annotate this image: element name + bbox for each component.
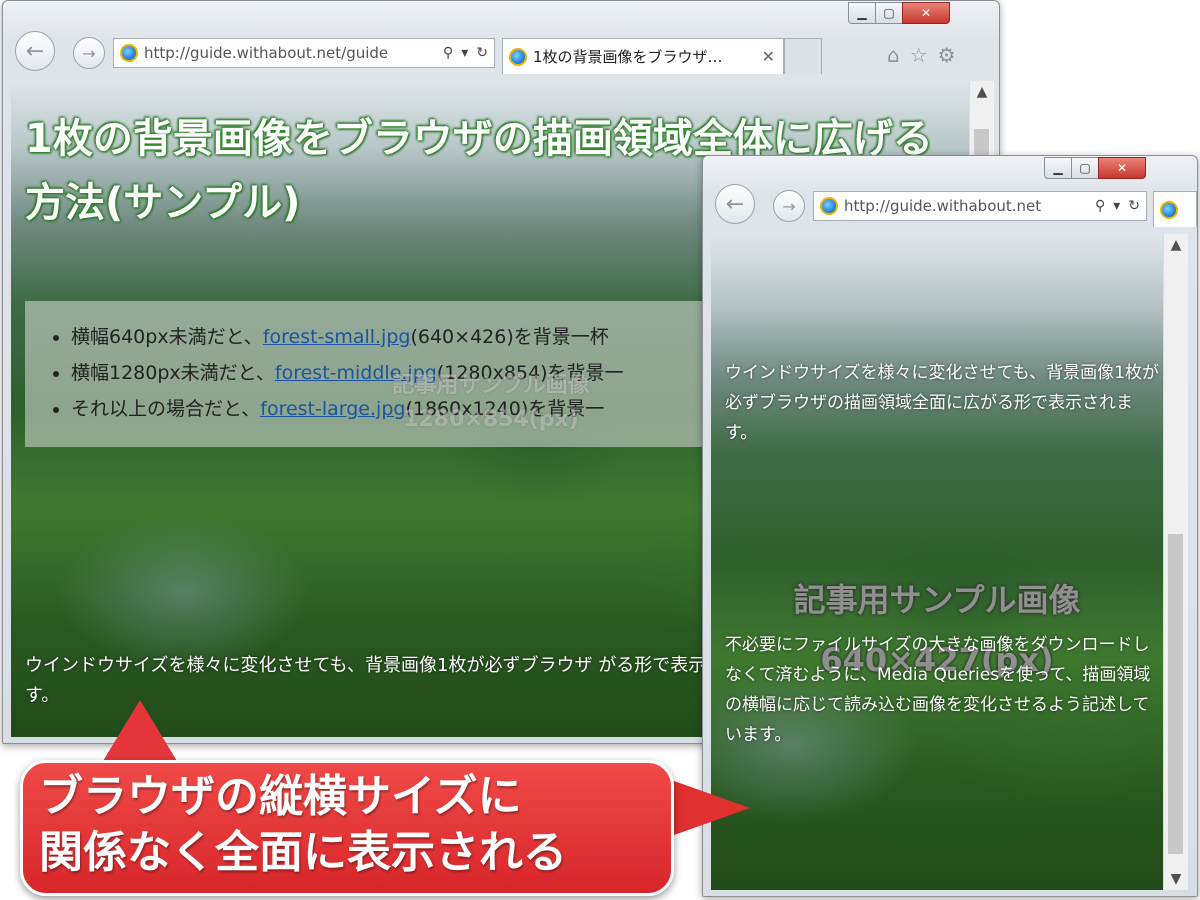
ie-page-icon [820, 197, 838, 215]
address-url[interactable]: http://guide.withabout.net/guide [144, 44, 437, 62]
ie-page-icon [120, 44, 138, 62]
dropdown-icon[interactable]: ▾ [461, 45, 468, 61]
toolbar-icons: ⌂ ☆ ⚙ [887, 43, 956, 67]
tab-title: 1枚の背景画像をブラウザ… [533, 48, 723, 66]
minimize-button[interactable]: ▁ [848, 2, 876, 24]
back-button[interactable]: ← [15, 31, 55, 71]
callout-text: ブラウザの縦横サイズに 関係なく全面に表示される [39, 771, 567, 878]
page-viewport: ウインドウサイズを様々に変化させても、背景画像1枚が必ずブラウザの描画領域全面に… [711, 234, 1163, 890]
forest-small-link[interactable]: forest-small.jpg [263, 326, 411, 348]
scroll-up-arrow-icon[interactable]: ▲ [1164, 234, 1188, 256]
callout-box: ブラウザの縦横サイズに 関係なく全面に表示される [20, 760, 674, 896]
image-watermark: 記事用サンプル画像 1280×854(px) [392, 373, 590, 432]
close-tab-icon[interactable]: ✕ [754, 47, 783, 66]
refresh-icon[interactable]: ↻ [1128, 198, 1140, 214]
forward-button[interactable]: → [73, 37, 105, 69]
vertical-scrollbar[interactable]: ▲ ▼ [1163, 234, 1188, 890]
maximize-button[interactable]: ▢ [875, 2, 903, 24]
home-icon[interactable]: ⌂ [887, 43, 900, 67]
dropdown-icon[interactable]: ▾ [1113, 198, 1120, 214]
forward-arrow-icon: → [82, 43, 96, 63]
body-text-1: ウインドウサイズを様々に変化させても、背景画像1枚が必ずブラウザの描画領域全面に… [725, 363, 1159, 443]
address-url[interactable]: http://guide.withabout.net [844, 197, 1089, 215]
back-arrow-icon: ← [725, 191, 745, 217]
new-tab-button[interactable] [784, 38, 822, 74]
browser-window-small: ▁ ▢ ✕ ← → http://guide.withabout.net ⚲ ▾… [702, 155, 1198, 897]
search-icon[interactable]: ⚲ [443, 45, 453, 61]
body-text-2: 不必要にファイルサイズの大きな画像をダウンロードしなくて済むように、Media … [725, 635, 1151, 745]
back-button[interactable]: ← [715, 184, 755, 224]
ie-tab-icon [509, 47, 527, 66]
address-bar[interactable]: http://guide.withabout.net/guide ⚲ ▾ ↻ [113, 38, 495, 68]
tab-active[interactable] [1153, 191, 1197, 227]
address-bar[interactable]: http://guide.withabout.net ⚲ ▾ ↻ [813, 191, 1147, 221]
minimize-button[interactable]: ▁ [1044, 157, 1072, 179]
window-caption-buttons: ▁ ▢ ✕ [1044, 157, 1146, 179]
callout-pointer-up [100, 700, 180, 766]
tab-active[interactable]: 1枚の背景画像をブラウザ… ✕ [502, 38, 784, 74]
ie-tab-icon [1160, 200, 1178, 219]
scrollbar-thumb[interactable] [1168, 534, 1183, 854]
star-icon[interactable]: ☆ [910, 43, 928, 67]
forward-arrow-icon: → [782, 196, 796, 216]
scroll-up-arrow-icon[interactable]: ▲ [970, 81, 994, 103]
refresh-icon[interactable]: ↻ [476, 45, 488, 61]
close-window-button[interactable]: ✕ [902, 2, 950, 24]
close-window-button[interactable]: ✕ [1098, 157, 1146, 179]
scroll-down-arrow-icon[interactable]: ▼ [1164, 868, 1188, 890]
gear-icon[interactable]: ⚙ [938, 43, 956, 67]
back-arrow-icon: ← [25, 38, 45, 64]
forward-button[interactable]: → [773, 190, 805, 222]
search-icon[interactable]: ⚲ [1095, 198, 1105, 214]
maximize-button[interactable]: ▢ [1071, 157, 1099, 179]
window-caption-buttons: ▁ ▢ ✕ [848, 2, 950, 24]
